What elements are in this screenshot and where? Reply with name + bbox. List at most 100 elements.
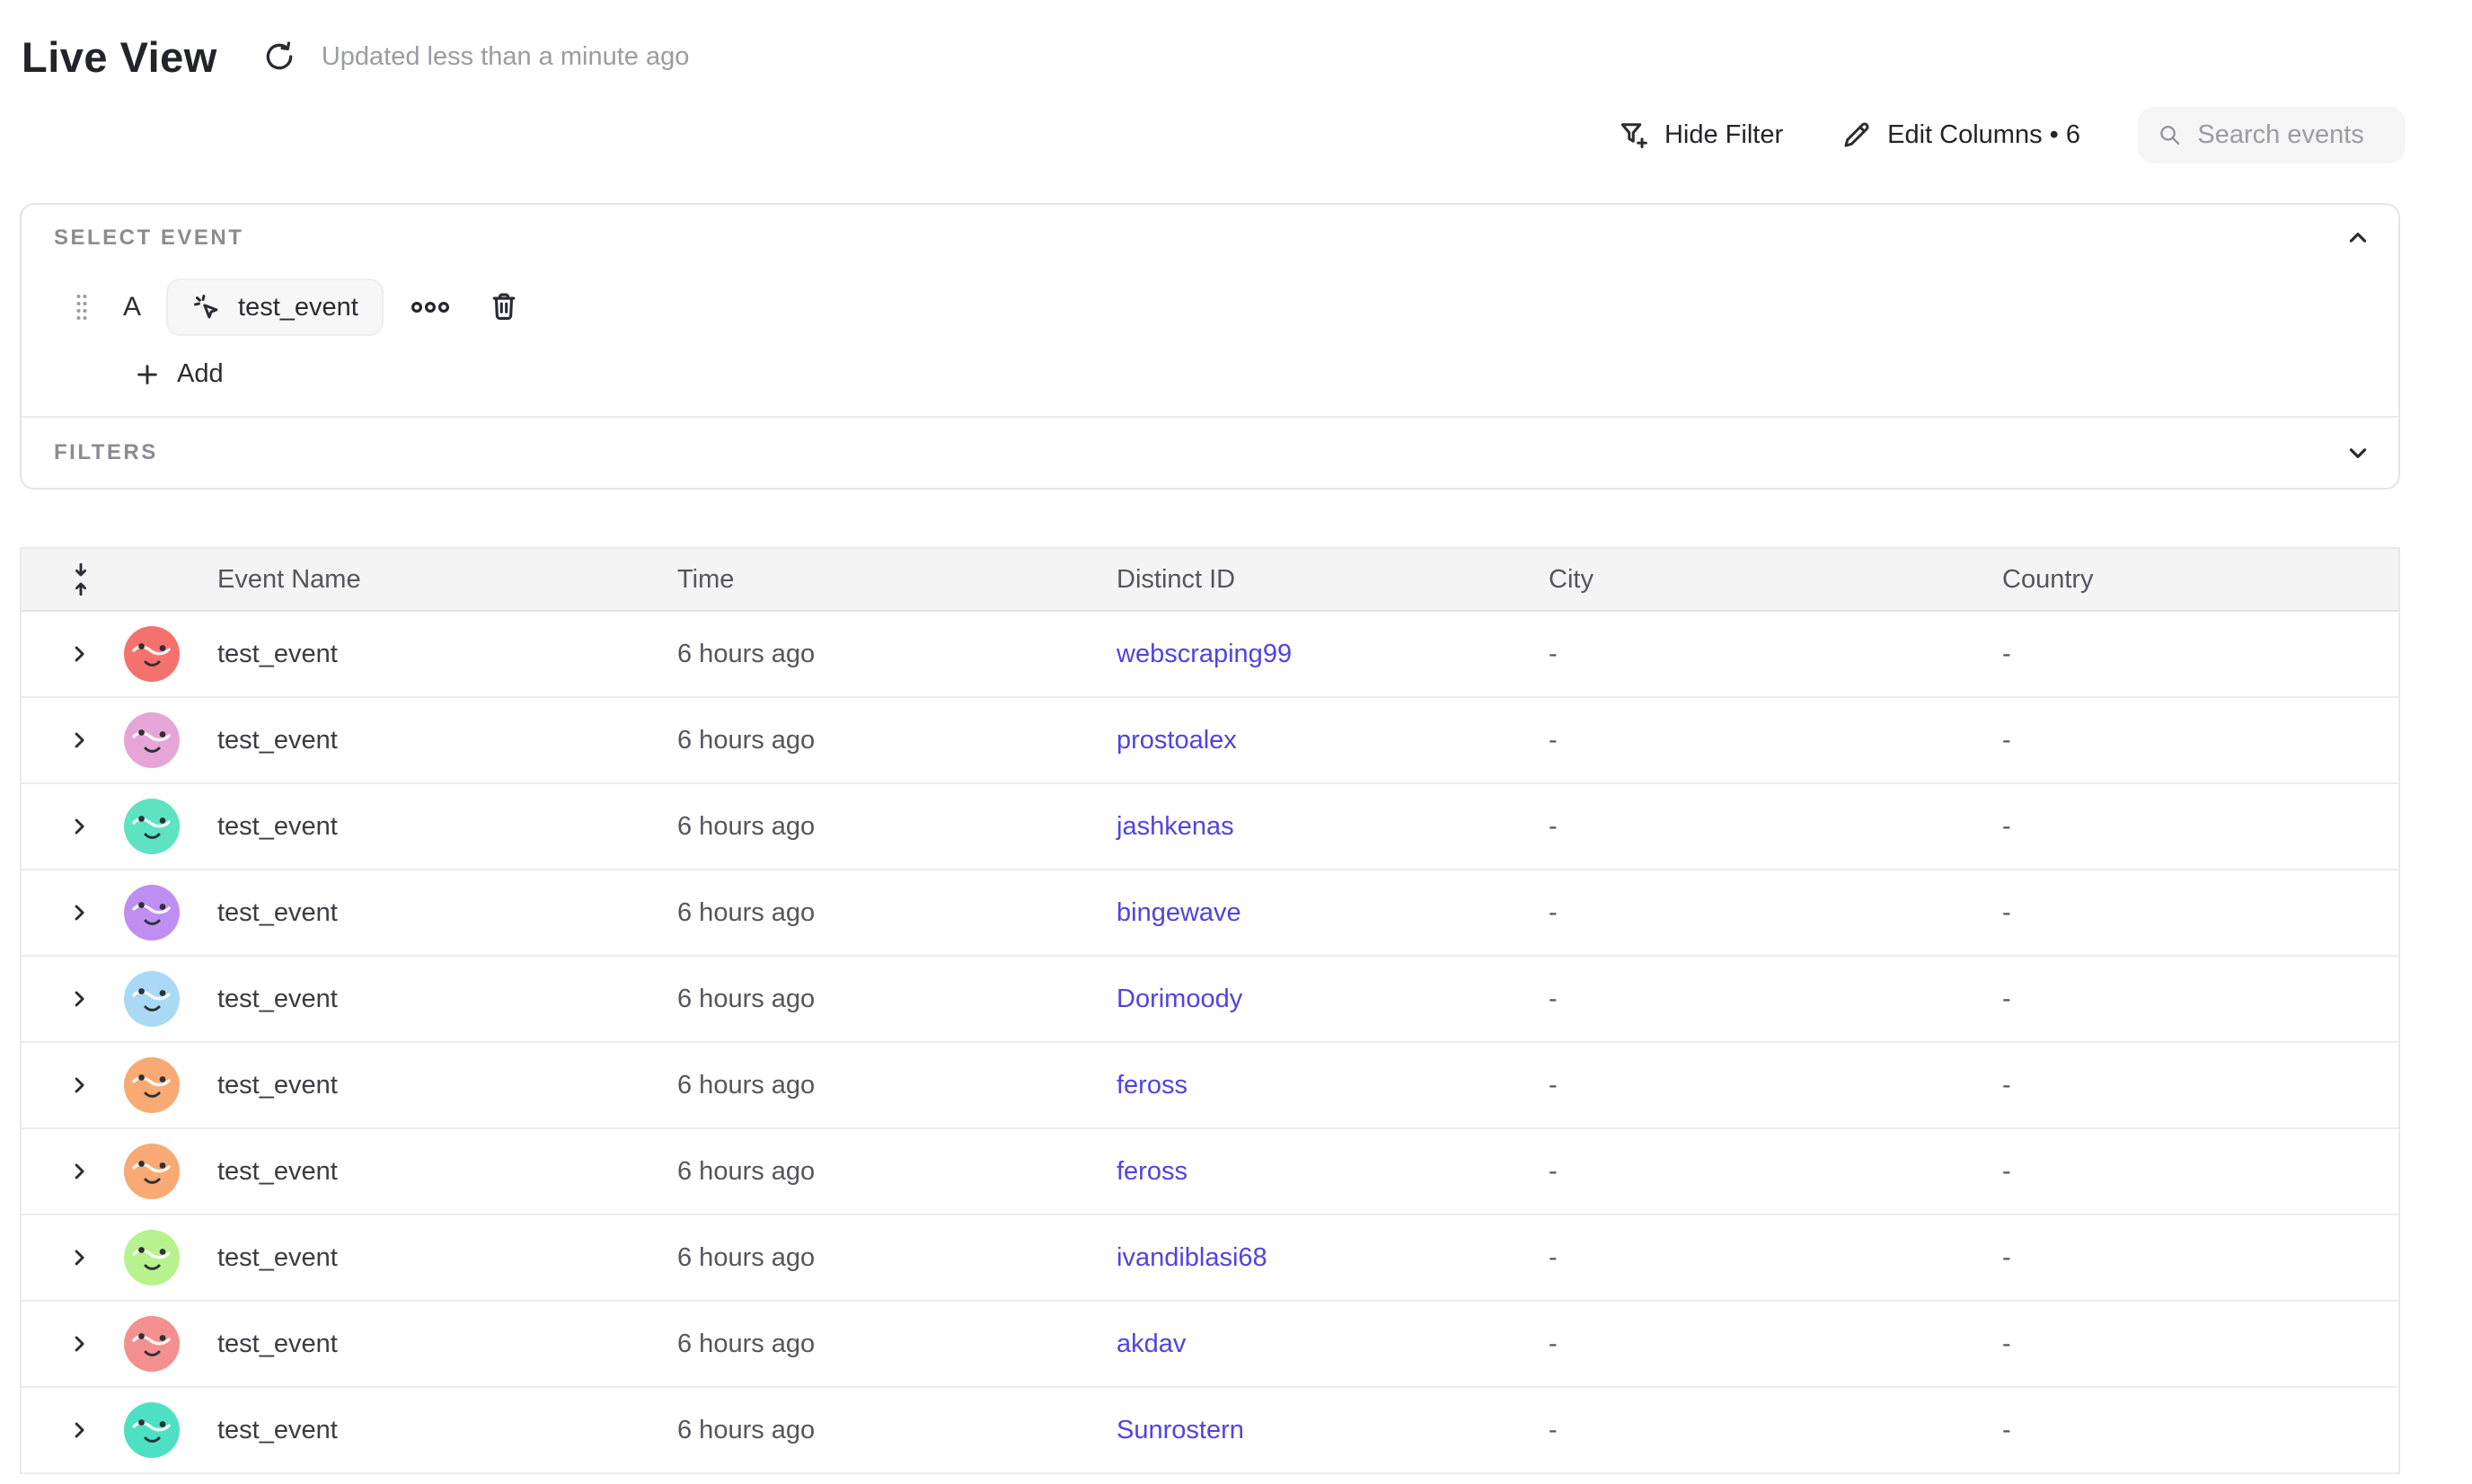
refresh-button[interactable] <box>262 40 296 74</box>
chevron-down-icon <box>2344 439 2371 466</box>
expand-filters-button[interactable] <box>2344 439 2371 466</box>
drag-handle[interactable] <box>75 292 89 322</box>
city-cell: - <box>1525 1243 1979 1273</box>
expand-row-button[interactable] <box>66 641 92 667</box>
event-chip-label: test_event <box>238 293 358 322</box>
trash-icon <box>488 291 520 323</box>
refresh-icon <box>262 40 296 74</box>
add-event-button[interactable]: Add <box>134 359 224 389</box>
chevron-right-icon <box>66 814 92 839</box>
time-cell: 6 hours ago <box>654 1243 1093 1273</box>
pencil-icon <box>1841 119 1873 151</box>
chevron-right-icon <box>66 1418 92 1443</box>
expand-row-button[interactable] <box>66 1159 92 1184</box>
column-header-country: Country <box>1979 565 2398 595</box>
distinct-id-link[interactable]: bingewave <box>1117 898 1241 927</box>
chevron-right-icon <box>66 1245 92 1270</box>
city-cell: - <box>1525 1416 1979 1445</box>
ellipsis-icon <box>411 299 450 315</box>
delete-event-button[interactable] <box>488 291 520 323</box>
distinct-id-link[interactable]: jashkenas <box>1117 812 1234 841</box>
distinct-id-link[interactable]: Dorimoody <box>1117 985 1242 1013</box>
city-cell: - <box>1525 1329 1979 1359</box>
edit-columns-label: Edit Columns • 6 <box>1887 120 2080 150</box>
event-name-cell: test_event <box>194 812 654 842</box>
distinct-id-link[interactable]: akdav <box>1117 1329 1186 1358</box>
table-header-lead-cell <box>22 561 194 597</box>
table-header-row: Event Name Time Distinct ID City Country <box>22 549 2398 612</box>
expand-row-button[interactable] <box>66 900 92 925</box>
search-events-input[interactable] <box>2197 120 2386 150</box>
edit-columns-button[interactable]: Edit Columns • 6 <box>1841 119 2080 151</box>
country-cell: - <box>1979 1243 2398 1273</box>
event-name-cell: test_event <box>194 1071 654 1100</box>
time-cell: 6 hours ago <box>654 1416 1093 1445</box>
chevron-right-icon <box>66 641 92 667</box>
city-cell: - <box>1525 726 1979 755</box>
expand-row-button[interactable] <box>66 814 92 839</box>
distinct-id-link[interactable]: feross <box>1117 1157 1187 1186</box>
event-more-options-button[interactable] <box>411 299 450 315</box>
time-cell: 6 hours ago <box>654 812 1093 842</box>
plus-icon <box>134 361 161 388</box>
expand-row-button[interactable] <box>66 986 92 1011</box>
chevron-right-icon <box>66 1331 92 1356</box>
table-row: test_event 6 hours ago bingewave - - <box>22 870 2398 957</box>
column-header-city: City <box>1525 565 1979 595</box>
collapse-select-event-button[interactable] <box>2344 225 2371 252</box>
search-icon <box>2158 120 2181 149</box>
distinct-id-cell: akdav <box>1093 1329 1525 1359</box>
select-event-section-header: SELECT EVENT <box>22 205 2398 252</box>
chevron-right-icon <box>66 986 92 1011</box>
event-name-cell: test_event <box>194 1243 654 1273</box>
user-avatar <box>124 1230 180 1285</box>
toolbar: Hide Filter Edit Columns • 6 <box>0 106 2472 163</box>
event-name-cell: test_event <box>194 726 654 755</box>
distinct-id-cell: Dorimoody <box>1093 985 1525 1014</box>
event-name-cell: test_event <box>194 1416 654 1445</box>
expand-row-button[interactable] <box>66 1418 92 1443</box>
table-body: test_event 6 hours ago webscraping99 - -… <box>22 612 2398 1474</box>
distinct-id-cell: Sunrostern <box>1093 1416 1525 1445</box>
expand-row-button[interactable] <box>66 1073 92 1098</box>
table-row: test_event 6 hours ago feross - - <box>22 1129 2398 1215</box>
distinct-id-link[interactable]: ivandiblasi68 <box>1117 1243 1267 1272</box>
country-cell: - <box>1979 1157 2398 1187</box>
event-name-cell: test_event <box>194 640 654 669</box>
time-cell: 6 hours ago <box>654 985 1093 1014</box>
city-cell: - <box>1525 898 1979 928</box>
expand-row-button[interactable] <box>66 1245 92 1270</box>
hide-filter-button[interactable]: Hide Filter <box>1618 119 1783 151</box>
last-updated-text: Updated less than a minute ago <box>322 42 690 72</box>
click-event-icon <box>191 292 222 322</box>
country-cell: - <box>1979 985 2398 1014</box>
collapse-all-rows-button[interactable] <box>66 561 95 597</box>
event-name-cell: test_event <box>194 1329 654 1359</box>
distinct-id-link[interactable]: prostoalex <box>1117 726 1237 755</box>
distinct-id-link[interactable]: Sunrostern <box>1117 1416 1244 1444</box>
country-cell: - <box>1979 1416 2398 1445</box>
expand-row-button[interactable] <box>66 1331 92 1356</box>
user-avatar <box>124 971 180 1027</box>
time-cell: 6 hours ago <box>654 898 1093 928</box>
user-avatar <box>124 885 180 941</box>
table-row: test_event 6 hours ago feross - - <box>22 1043 2398 1129</box>
event-select-chip[interactable]: test_event <box>166 278 384 336</box>
expand-row-button[interactable] <box>66 728 92 753</box>
city-cell: - <box>1525 640 1979 669</box>
events-table: Event Name Time Distinct ID City Country… <box>20 547 2400 1474</box>
city-cell: - <box>1525 812 1979 842</box>
event-row: A test_event <box>75 278 2398 336</box>
column-header-distinct-id: Distinct ID <box>1093 565 1525 595</box>
column-header-event-name: Event Name <box>194 565 654 595</box>
page-header: Live View Updated less than a minute ago <box>0 0 2472 86</box>
city-cell: - <box>1525 1071 1979 1100</box>
event-name-cell: test_event <box>194 985 654 1014</box>
search-events-box[interactable] <box>2138 107 2406 163</box>
chevron-right-icon <box>66 900 92 925</box>
table-row: test_event 6 hours ago jashkenas - - <box>22 784 2398 870</box>
user-avatar <box>124 1057 180 1113</box>
distinct-id-link[interactable]: webscraping99 <box>1117 640 1292 668</box>
country-cell: - <box>1979 1071 2398 1100</box>
distinct-id-link[interactable]: feross <box>1117 1071 1187 1100</box>
